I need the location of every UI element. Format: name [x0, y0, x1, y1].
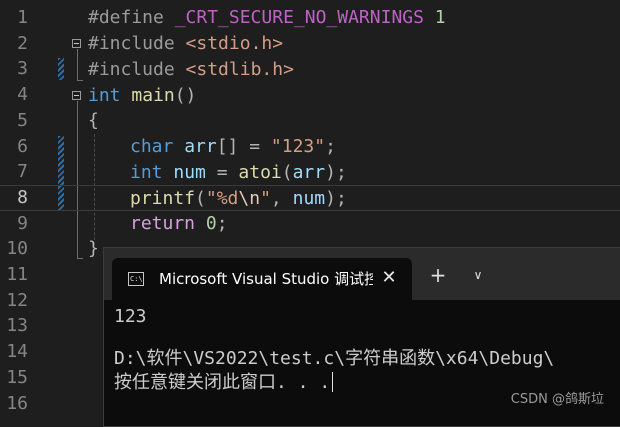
line-number: 11	[6, 264, 28, 285]
line-number: 13	[6, 315, 28, 337]
code-line-9[interactable]: return 0;	[0, 211, 620, 237]
type-keyword: int	[88, 85, 121, 106]
punctuation: ()	[174, 85, 197, 106]
watermark: CSDN @鸽斯垃	[510, 392, 604, 407]
argument-name: num	[292, 188, 326, 209]
argument-name: arr	[292, 162, 326, 183]
number-literal: 0	[205, 213, 217, 234]
code-line-1[interactable]: #define _CRT_SECURE_NO_WARNINGS 1	[0, 5, 620, 31]
preprocessor-keyword: #define	[88, 7, 164, 28]
code-line-8-current[interactable]: printf("%d\n", num);	[0, 185, 620, 211]
variable-name: arr	[184, 136, 217, 157]
code-line-6[interactable]: char arr[] = "123";	[0, 134, 620, 160]
variable-name: num	[173, 162, 206, 183]
include-path: <stdio.h>	[185, 33, 284, 54]
punctuation: );	[325, 162, 347, 183]
string-literal: "%d	[205, 188, 239, 209]
type-keyword: char	[130, 136, 174, 157]
function-name: main	[131, 85, 175, 106]
punctuation: ,	[270, 188, 293, 209]
console-icon: C:\	[128, 272, 144, 286]
string-literal: "	[260, 188, 271, 209]
punctuation: (	[281, 162, 293, 183]
macro-name: _CRT_SECURE_NO_WARNINGS	[174, 7, 424, 28]
tab-title: Microsoft Visual Studio 调试控制台	[159, 270, 373, 288]
string-literal: "123"	[270, 136, 326, 157]
punctuation: (	[195, 188, 206, 209]
close-brace: }	[88, 238, 99, 259]
output-prompt-line: 按任意键关闭此窗口. . .	[114, 372, 334, 394]
line-number: 15	[6, 366, 28, 388]
line-number: 12	[6, 289, 28, 311]
code-line-4[interactable]: int main()	[0, 83, 620, 109]
new-tab-icon[interactable]: +	[427, 264, 449, 286]
type-keyword: int	[130, 162, 163, 183]
output-path-line: D:\软件\VS2022\test.c\字符串函数\x64\Debug\	[114, 348, 555, 369]
number-literal: 1	[434, 7, 446, 28]
terminal-output[interactable]: 123 D:\软件\VS2022\test.c\字符串函数\x64\Debug\…	[114, 300, 620, 426]
output-line: 123	[114, 306, 147, 327]
function-name: printf	[130, 188, 196, 209]
punctuation: );	[325, 188, 347, 209]
include-path: <stdlib.h>	[185, 59, 294, 80]
escape-sequence: \n	[238, 188, 261, 209]
punctuation: ;	[325, 136, 336, 157]
terminal-tab-bar: C:\ Microsoft Visual Studio 调试控制台 ✕ + ∨	[104, 248, 620, 300]
text-cursor	[332, 372, 334, 392]
preprocessor-keyword: #include	[88, 59, 175, 80]
punctuation: [] =	[216, 136, 271, 157]
control-keyword: return	[130, 213, 196, 234]
punctuation: ;	[216, 213, 228, 234]
terminal-tab[interactable]: C:\ Microsoft Visual Studio 调试控制台 ✕	[112, 258, 412, 300]
chevron-down-icon[interactable]: ∨	[467, 264, 489, 286]
line-number: 14	[6, 341, 28, 363]
preprocessor-keyword: #include	[88, 33, 175, 54]
punctuation: =	[205, 162, 239, 183]
code-line-2[interactable]: #include <stdio.h>	[0, 31, 620, 57]
prompt-text: 按任意键关闭此窗口. . .	[114, 372, 331, 393]
line-number: 16	[6, 392, 28, 414]
code-line-5[interactable]: {	[0, 108, 620, 134]
code-line-7[interactable]: int num = atoi(arr);	[0, 160, 620, 186]
function-name: atoi	[238, 162, 282, 183]
close-icon[interactable]: ✕	[378, 267, 400, 289]
code-line-3[interactable]: #include <stdlib.h>	[0, 57, 620, 83]
open-brace: {	[88, 110, 99, 131]
